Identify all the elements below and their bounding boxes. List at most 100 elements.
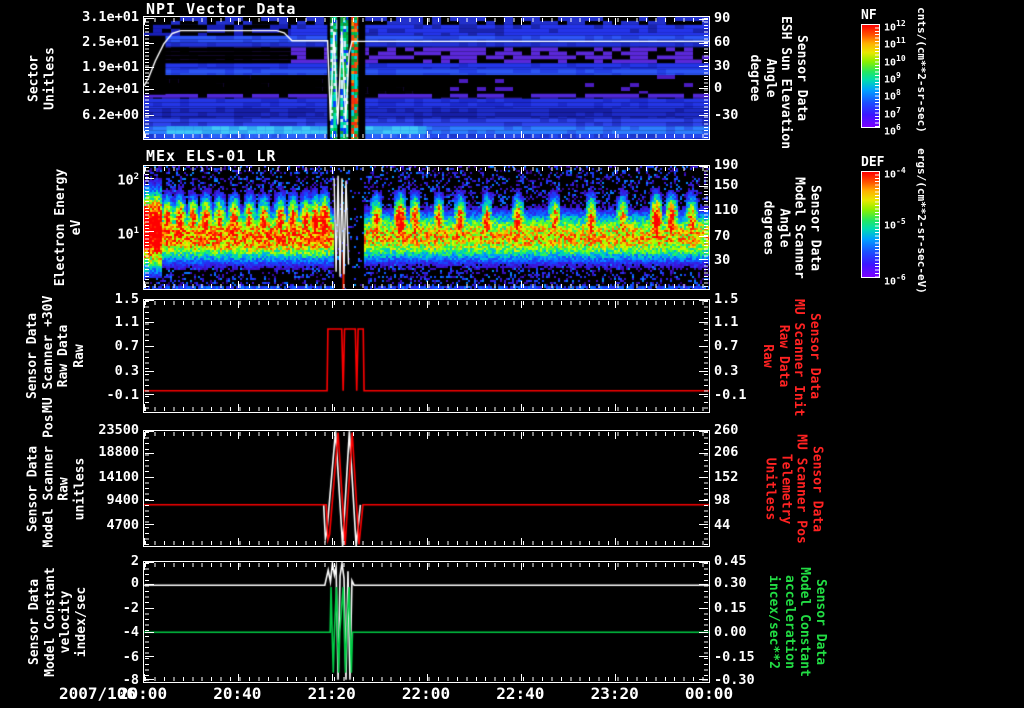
colorbar-def-tick-label: 10-4 bbox=[884, 166, 906, 181]
p3-x-major-tick bbox=[332, 538, 333, 545]
p2-x-major-tick bbox=[615, 301, 616, 308]
p3-x-major-tick bbox=[709, 538, 710, 545]
p2-x-major-tick bbox=[427, 404, 428, 411]
p1-left-axis-label: Electron Energy eV bbox=[52, 168, 84, 287]
colorbar-nf-units-label: cnts/(cm**2-sr-sec) bbox=[914, 7, 928, 133]
p3-left-major-tick bbox=[145, 431, 154, 432]
p3-x-major-tick bbox=[427, 432, 428, 439]
p4-x-major-tick bbox=[615, 563, 616, 570]
p2-right-axis-label: Sensor Data MU Scanner Init Raw Data Raw bbox=[760, 299, 823, 417]
p2-x-major-tick bbox=[238, 301, 239, 308]
colorbar-def-units-label: ergs/(cm**2-sr-sec-eV) bbox=[914, 148, 928, 294]
p0-left-axis-label: Sector Unitless bbox=[26, 46, 58, 110]
npi-spectrogram-canvas bbox=[144, 17, 709, 139]
p3-x-major-tick bbox=[144, 432, 145, 439]
panel-scanner-30v-raw bbox=[143, 299, 710, 413]
p2-x-major-tick bbox=[332, 404, 333, 411]
p1-x-major-tick bbox=[144, 281, 145, 288]
p4-right-major-tick bbox=[699, 632, 708, 633]
panel-scanner-pos bbox=[143, 430, 710, 547]
p4-x-major-tick bbox=[709, 674, 710, 681]
p1-right-major-tick bbox=[699, 210, 708, 211]
p4-right-major-tick bbox=[699, 584, 708, 585]
p2-x-major-tick bbox=[521, 404, 522, 411]
p3-right-axis-label: Sensor Data MU Scanner Pos Telemetry Unitle… bbox=[762, 433, 825, 544]
p4-left-major-tick bbox=[145, 632, 154, 633]
p0-right-major-tick bbox=[699, 88, 708, 89]
p0-x-major-tick bbox=[615, 131, 616, 138]
p4-x-major-tick bbox=[709, 563, 710, 570]
p1-right-major-tick bbox=[699, 186, 708, 187]
p4-right-minor-ticks bbox=[704, 563, 708, 681]
p0-right-major-tick bbox=[699, 19, 708, 20]
p0-left-tick-label: 3.1e+01 bbox=[82, 8, 139, 25]
p0-left-major-tick bbox=[145, 115, 154, 116]
p0-x-major-tick bbox=[709, 18, 710, 25]
p1-left-major-tick bbox=[145, 178, 154, 179]
colorbar-nf-title: NF bbox=[861, 8, 877, 23]
panel-els-spectrogram bbox=[143, 165, 710, 290]
p3-x-major-tick bbox=[144, 538, 145, 545]
p0-x-major-tick bbox=[332, 131, 333, 138]
p2-left-major-tick bbox=[145, 322, 154, 323]
p0-x-major-tick bbox=[521, 131, 522, 138]
p0-x-major-tick bbox=[144, 18, 145, 25]
p3-x-major-tick bbox=[521, 432, 522, 439]
p3-right-major-tick bbox=[699, 453, 708, 454]
p1-x-major-tick bbox=[144, 167, 145, 174]
p4-x-major-tick bbox=[521, 563, 522, 570]
p0-x-major-tick bbox=[332, 18, 333, 25]
p3-x-major-tick bbox=[615, 538, 616, 545]
panel2-title: MEx ELS-01 LR bbox=[146, 147, 277, 165]
p2-x-major-tick bbox=[144, 404, 145, 411]
colorbar-nf-tick-label: 1010 bbox=[884, 53, 906, 68]
x-axis-tick-label: 00:00 bbox=[684, 684, 734, 703]
p0-right-axis-label: Sensor Data ESH Sun Elevation Angle degree bbox=[747, 16, 810, 150]
p2-x-major-tick bbox=[615, 404, 616, 411]
p3-right-major-tick bbox=[699, 431, 708, 432]
p2-right-major-tick bbox=[699, 394, 708, 395]
p4-right-major-tick bbox=[699, 656, 708, 657]
colorbar-nf-tick-label: 106 bbox=[884, 123, 901, 138]
p0-x-major-tick bbox=[238, 131, 239, 138]
p2-x-major-tick bbox=[144, 301, 145, 308]
p0-left-tick-label: 1.2e+01 bbox=[82, 81, 139, 98]
x-axis-tick-label: 20:40 bbox=[213, 684, 262, 703]
panel-model-constant bbox=[143, 561, 710, 683]
p0-x-major-tick bbox=[427, 131, 428, 138]
x-axis-tick-label: 21:20 bbox=[307, 684, 356, 703]
p0-right-major-tick bbox=[699, 115, 708, 116]
p4-left-major-tick bbox=[145, 608, 154, 609]
scanner-30v-canvas bbox=[144, 300, 709, 412]
p1-x-major-tick bbox=[521, 167, 522, 174]
p0-left-major-tick bbox=[145, 67, 154, 68]
p4-x-major-tick bbox=[427, 674, 428, 681]
colorbar-nf-tick-label: 1012 bbox=[884, 19, 906, 34]
p4-x-major-tick bbox=[144, 563, 145, 570]
p0-x-major-tick bbox=[427, 18, 428, 25]
p4-right-major-tick bbox=[699, 608, 708, 609]
p0-x-major-tick bbox=[144, 131, 145, 138]
p2-right-major-tick bbox=[699, 371, 708, 372]
p3-x-major-tick bbox=[332, 432, 333, 439]
colorbar-nf-tick-label: 107 bbox=[884, 105, 901, 120]
p4-left-major-tick bbox=[145, 679, 154, 680]
p2-left-major-tick bbox=[145, 371, 154, 372]
p4-right-major-tick bbox=[699, 562, 708, 563]
colorbar-nf-tick-label: 109 bbox=[884, 71, 901, 86]
p4-left-major-tick bbox=[145, 562, 154, 563]
p2-right-major-tick bbox=[699, 300, 708, 301]
colorbar-minor-ticks bbox=[875, 171, 879, 278]
p3-right-major-tick bbox=[699, 500, 708, 501]
p1-right-major-tick bbox=[699, 259, 708, 260]
p0-left-tick-label: 1.9e+01 bbox=[82, 58, 139, 75]
colorbar-nf-tick-label: 1011 bbox=[884, 36, 906, 51]
p0-x-major-tick bbox=[709, 131, 710, 138]
els-spectrogram-canvas bbox=[144, 166, 709, 289]
p3-right-major-tick bbox=[699, 524, 708, 525]
p4-x-major-tick bbox=[238, 563, 239, 570]
x-axis-tick-label: 22:00 bbox=[401, 684, 451, 703]
colorbar-def-tick-label: 10-5 bbox=[884, 217, 906, 232]
p4-x-major-tick bbox=[521, 674, 522, 681]
p3-x-major-tick bbox=[709, 432, 710, 439]
